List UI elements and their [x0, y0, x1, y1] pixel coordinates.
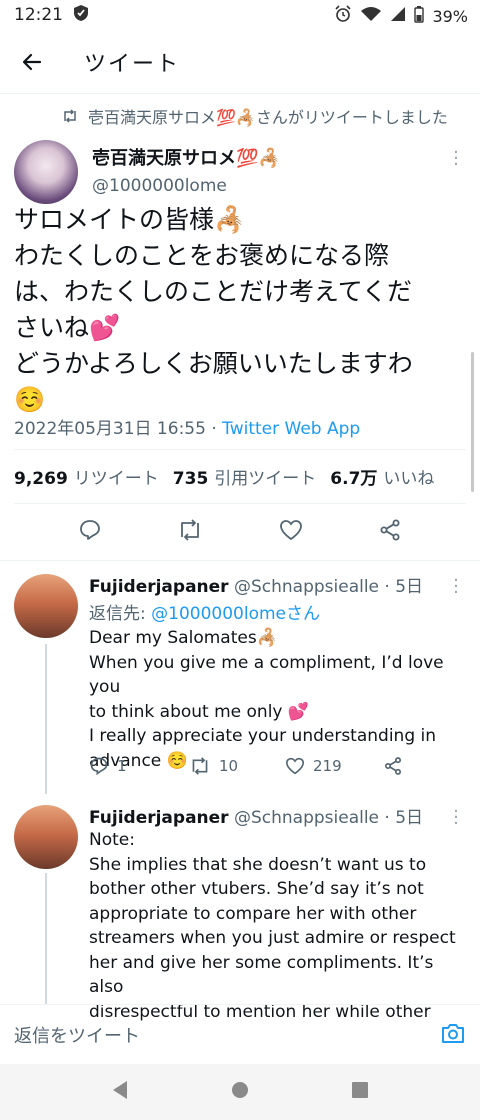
reply-retweet-button[interactable]: 10 [189, 757, 285, 775]
like-icon [285, 757, 305, 775]
signal-icon [390, 6, 406, 26]
tweet-line: ☺️ [14, 385, 46, 414]
reply-line: bother other vtubers. She’d say it’s not [89, 879, 424, 899]
reply-author-name[interactable]: Fujiderjapaner [89, 808, 229, 828]
tweet-line: は、わたくしのことだけ考えてくだ [14, 277, 413, 306]
system-nav-bar [0, 1064, 480, 1120]
like-button[interactable] [279, 519, 303, 545]
stat-retweets[interactable]: 9,269 リツイート [14, 464, 159, 489]
retweet-icon [181, 519, 200, 541]
reply-compose-input[interactable]: 返信をツイート [14, 1022, 440, 1048]
reply-text: Note: She implies that she doesn’t want … [89, 828, 467, 1024]
nav-back-button[interactable] [111, 1080, 129, 1104]
reply-to-line: 返信先: @1000000lomeさん [89, 599, 320, 624]
reply-like-button[interactable]: 219 [285, 757, 383, 775]
tweet-date: 2022年05月31日 16:55 · [14, 419, 223, 439]
nav-back-icon [113, 1081, 127, 1099]
reply-header[interactable]: Fujiderjapaner @Schnappsiealle · 5日 [89, 572, 423, 597]
retweet-notice[interactable]: 壱百満天原サロメ💯🦂さんがリツイートしました [62, 104, 448, 128]
back-arrow-icon [22, 53, 42, 70]
retweet-button[interactable] [177, 519, 203, 545]
alarm-icon [334, 5, 352, 27]
reply-line: When you give me a compliment, I’d love … [89, 652, 444, 698]
like-count: 219 [313, 757, 342, 775]
divider [14, 449, 466, 450]
scrollbar[interactable] [471, 352, 474, 492]
reply-line: Dear my Salomates🦂 [89, 628, 278, 648]
reply-compose-bar[interactable]: 返信をツイート [0, 1004, 480, 1064]
retweet-count: 10 [219, 757, 239, 775]
tweet-line: サロメイトの皆様🦂 [14, 205, 246, 234]
reply-icon [90, 757, 108, 776]
reply-to-link[interactable]: @1000000lomeさん [151, 604, 320, 624]
status-icons: 39% [334, 5, 468, 27]
reply-to-label: 返信先: [89, 604, 152, 624]
nav-recents-icon [352, 1082, 368, 1098]
back-button[interactable] [0, 30, 64, 94]
more-icon[interactable]: · · · [448, 144, 464, 174]
battery-icon [414, 5, 425, 27]
more-icon[interactable]: · · · [448, 803, 464, 833]
reply-line: appropriate to compare her with other [89, 903, 417, 924]
camera-button[interactable] [440, 1021, 466, 1049]
reply-line: to think about me only 💕 [89, 701, 310, 722]
share-icon [380, 519, 400, 541]
divider [0, 560, 480, 561]
reply-line: I really appreciate your understanding i… [89, 726, 437, 746]
app-header: ツイート [0, 30, 480, 94]
tweet-stats: 9,269 リツイート 735 引用ツイート 6.7万 いいね [14, 464, 434, 489]
reply-text: Dear my Salomates🦂 When you give me a co… [89, 626, 467, 773]
thread-line [45, 873, 47, 1004]
reply-avatar[interactable] [14, 574, 78, 638]
reply-button[interactable] [78, 518, 102, 546]
share-button[interactable] [378, 518, 402, 546]
status-bar: 12:21 39% [0, 0, 480, 30]
reply-line: Note: [89, 830, 135, 850]
reply-line: streamers when you just admire or respec… [89, 928, 456, 948]
reply-author-handle: @Schnappsiealle · 5日 [233, 808, 424, 828]
retweet-icon [192, 757, 208, 775]
nav-recents-button[interactable] [351, 1081, 369, 1103]
tweet-meta: 2022年05月31日 16:55 · Twitter Web App [14, 414, 360, 439]
status-time: 12:21 [14, 5, 63, 25]
shield-icon [73, 4, 89, 27]
author-avatar[interactable] [14, 140, 78, 204]
stat-quotes[interactable]: 735 引用ツイート [173, 464, 317, 489]
tweet-actions [0, 512, 480, 552]
tweet-app-link[interactable]: Twitter Web App [222, 419, 360, 439]
camera-icon [442, 1023, 464, 1043]
divider [14, 503, 466, 504]
nav-home-icon [232, 1082, 248, 1098]
tweet-text: サロメイトの皆様🦂 わたくしのことをお褒めになる際 は、わたくしのことだけ考えて… [14, 202, 464, 418]
reply-author-handle: @Schnappsiealle · 5日 [233, 577, 424, 597]
like-icon [279, 520, 302, 541]
reply-count: 1 [117, 757, 127, 775]
reply-avatar[interactable] [14, 805, 78, 869]
author-name[interactable]: 壱百満天原サロメ💯🦂 [92, 144, 281, 170]
tweet-line: どうかよろしくお願いいたしますわ [14, 349, 413, 378]
tweet-line: わたくしのことをお褒めになる際 [14, 241, 390, 270]
tweet-author[interactable]: 壱百満天原サロメ💯🦂 @1000000lome [92, 144, 281, 196]
wifi-icon [360, 6, 382, 26]
reply-actions: 1 10 219 [89, 756, 429, 776]
more-icon[interactable]: · · · [448, 572, 464, 602]
reply-author-name[interactable]: Fujiderjapaner [89, 577, 229, 597]
page-title: ツイート [84, 51, 181, 77]
author-handle[interactable]: @1000000lome [92, 176, 281, 196]
battery-percent: 39% [432, 6, 468, 26]
reply-share-button[interactable] [383, 756, 403, 776]
retweet-notice-text: 壱百満天原サロメ💯🦂さんがリツイートしました [88, 108, 448, 127]
stat-likes[interactable]: 6.7万 いいね [330, 464, 434, 489]
thread-line [45, 644, 47, 794]
reply-icon [79, 520, 100, 540]
retweet-icon [64, 109, 76, 123]
reply-line: her and give her some compliments. It’s … [89, 952, 434, 998]
reply-header[interactable]: Fujiderjapaner @Schnappsiealle · 5日 [89, 803, 423, 828]
reply-line: She implies that she doesn’t want us to [89, 854, 427, 875]
nav-home-button[interactable] [231, 1081, 249, 1103]
share-icon [385, 757, 401, 775]
reply-reply-button[interactable]: 1 [89, 756, 189, 776]
tweet-line: さいね💕 [14, 313, 121, 342]
